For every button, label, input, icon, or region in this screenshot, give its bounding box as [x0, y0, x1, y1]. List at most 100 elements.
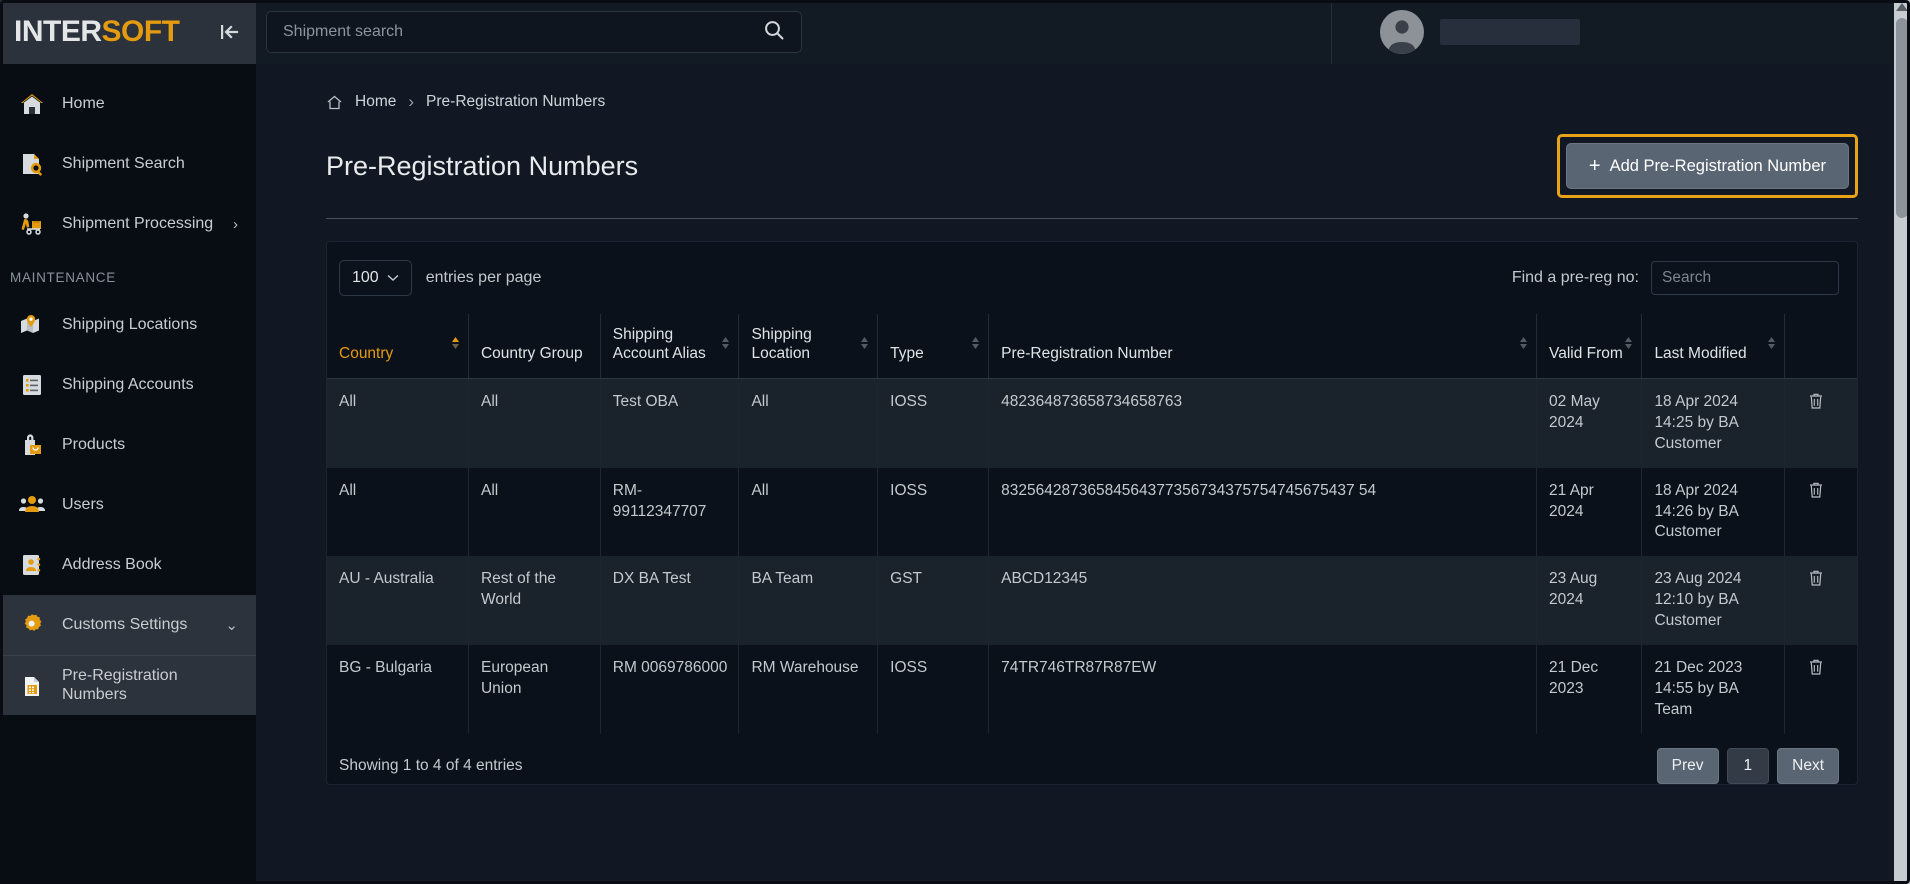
column-label: Country Group: [480, 344, 583, 362]
column-label: Pre-Registration Number: [1001, 344, 1173, 362]
sidebar-item-pre-registration-numbers[interactable]: Pre-Registration Numbers: [0, 655, 256, 715]
sidebar-item-users[interactable]: Users: [0, 475, 256, 535]
cell-valid-from: 23 Aug 2024: [1536, 556, 1643, 646]
table-footer: Showing 1 to 4 of 4 entries Prev 1 Next: [327, 734, 1857, 784]
entries-per-page-group: 100 entries per page: [339, 260, 541, 296]
spreadsheet-icon: [18, 672, 46, 700]
column-label: Shipping Location: [751, 326, 812, 362]
cell-account-alias: Test OBA: [600, 378, 740, 468]
document-search-icon: [18, 150, 46, 178]
column-header-valid-from[interactable]: Valid From: [1536, 314, 1643, 379]
sidebar-item-shipment-processing[interactable]: Shipment Processing ›: [0, 194, 256, 254]
sort-icon[interactable]: [971, 336, 980, 356]
user-menu[interactable]: [1332, 0, 1910, 64]
cell-actions: [1784, 645, 1857, 734]
sort-icon[interactable]: [1624, 336, 1633, 356]
trash-icon[interactable]: [1808, 481, 1824, 506]
trash-icon[interactable]: [1808, 658, 1824, 683]
collapse-sidebar-icon[interactable]: [216, 19, 242, 45]
chevron-right-icon[interactable]: ›: [233, 216, 238, 233]
sort-asc-icon[interactable]: [451, 336, 460, 356]
breadcrumb-home-icon[interactable]: [326, 94, 343, 111]
bag-icon: [18, 431, 46, 459]
cell-prereg-number: 74TR746TR87R87EW: [988, 645, 1538, 734]
find-prereg-label: Find a pre-reg no:: [1511, 269, 1639, 286]
column-header-shipping-location[interactable]: Shipping Location: [738, 314, 879, 379]
cell-last-modified: 18 Apr 2024 14:25 by BA Customer: [1641, 378, 1786, 468]
sidebar-item-shipping-locations[interactable]: Shipping Locations: [0, 295, 256, 355]
content-area: Home › Pre-Registration Numbers Pre-Regi…: [256, 64, 1910, 884]
table-row[interactable]: BG - Bulgaria European Union RM 00697860…: [327, 645, 1857, 734]
sort-icon[interactable]: [1519, 336, 1528, 356]
column-header-shipping-account-alias[interactable]: Shipping Account Alias: [600, 314, 740, 379]
entries-per-page-select[interactable]: 100: [339, 260, 412, 296]
page-header-row: Pre-Registration Numbers + Add Pre-Regis…: [256, 112, 1858, 198]
entries-per-page-label: entries per page: [425, 269, 542, 286]
sidebar-item-home[interactable]: Home: [0, 74, 256, 134]
header-divider: [326, 218, 1858, 219]
breadcrumb-home-link[interactable]: Home: [355, 93, 396, 111]
chevron-down-icon[interactable]: ⌄: [225, 616, 238, 634]
breadcrumb-separator-icon: ›: [408, 92, 415, 111]
column-label: Last Modified: [1654, 344, 1747, 362]
column-header-pre-registration-number[interactable]: Pre-Registration Number: [988, 314, 1538, 379]
avatar[interactable]: [1380, 10, 1424, 54]
next-page-button[interactable]: Next: [1777, 747, 1839, 784]
sidebar-item-label: Home: [62, 95, 105, 112]
sidebar-section-label: MAINTENANCE: [10, 270, 116, 285]
table-row[interactable]: All All Test OBA All IOSS 48236487365873…: [327, 378, 1857, 468]
cell-country-group: Rest of the World: [468, 556, 601, 646]
column-header-country-group[interactable]: Country Group: [468, 314, 601, 379]
cell-account-alias: RM-99112347707: [600, 467, 740, 557]
sidebar-item-shipment-search[interactable]: Shipment Search: [0, 134, 256, 194]
breadcrumb-current: Pre-Registration Numbers: [426, 93, 606, 110]
trash-icon[interactable]: [1808, 392, 1824, 417]
brand-logo-part2: SOFT: [101, 15, 181, 48]
add-pre-registration-number-button[interactable]: + Add Pre-Registration Number: [1565, 143, 1849, 189]
sidebar-item-products[interactable]: Products: [0, 415, 256, 475]
page-title: Pre-Registration Numbers: [326, 150, 639, 181]
sort-icon[interactable]: [860, 336, 869, 356]
sidebar-item-address-book[interactable]: Address Book: [0, 535, 256, 595]
column-header-country[interactable]: Country: [327, 314, 469, 379]
table-header-row: Country Country Group Shipping Account A…: [327, 314, 1857, 379]
page-number-button[interactable]: 1: [1726, 747, 1770, 784]
search-icon[interactable]: [763, 19, 785, 46]
vertical-scrollbar[interactable]: [1894, 0, 1910, 884]
column-label: Valid From: [1549, 344, 1623, 362]
search-input[interactable]: [283, 23, 763, 41]
cell-type: IOSS: [877, 645, 990, 734]
cell-valid-from: 21 Dec 2023: [1536, 645, 1643, 734]
sidebar-item-label: Shipment Search: [62, 155, 185, 172]
cell-prereg-number: ABCD12345: [988, 556, 1538, 646]
column-header-type[interactable]: Type: [877, 314, 990, 379]
cell-prereg-number: 482364873658734658763: [988, 378, 1538, 468]
sidebar-item-label: Customs Settings: [62, 616, 188, 633]
brand-logo[interactable]: INTERSOFT: [14, 17, 180, 47]
prev-page-button[interactable]: Prev: [1656, 747, 1719, 784]
find-prereg-group: Find a pre-reg no:: [1512, 261, 1839, 295]
sidebar-item-label: Shipping Locations: [62, 316, 198, 333]
cell-country: BG - Bulgaria: [327, 645, 469, 734]
sidebar-item-label: Shipment Processing: [62, 215, 214, 232]
column-header-last-modified[interactable]: Last Modified: [1641, 314, 1786, 379]
sidebar-item-label: Address Book: [62, 556, 162, 573]
pagination: Prev 1 Next: [1656, 747, 1839, 784]
add-button-label: Add Pre-Registration Number: [1609, 156, 1826, 175]
shipment-search-field[interactable]: [266, 11, 802, 53]
sidebar-item-customs-settings[interactable]: Customs Settings ⌄: [0, 595, 256, 655]
scrollbar-thumb[interactable]: [1896, 18, 1908, 218]
map-pin-icon: [18, 311, 46, 339]
sort-icon[interactable]: [1767, 336, 1776, 356]
sidebar-item-shipping-accounts[interactable]: Shipping Accounts: [0, 355, 256, 415]
table-row[interactable]: All All RM-99112347707 All IOSS 83256428…: [327, 467, 1857, 557]
sidebar-item-label: Users: [62, 496, 104, 513]
sort-icon[interactable]: [721, 336, 730, 356]
scroll-up-arrow-icon[interactable]: [1896, 3, 1908, 11]
cell-account-alias: RM 0069786000: [600, 645, 740, 734]
cell-country-group: All: [468, 467, 601, 557]
trash-icon[interactable]: [1808, 569, 1824, 594]
cell-type: IOSS: [877, 467, 990, 557]
find-prereg-input[interactable]: [1651, 261, 1839, 295]
table-row[interactable]: AU - Australia Rest of the World DX BA T…: [327, 556, 1857, 646]
